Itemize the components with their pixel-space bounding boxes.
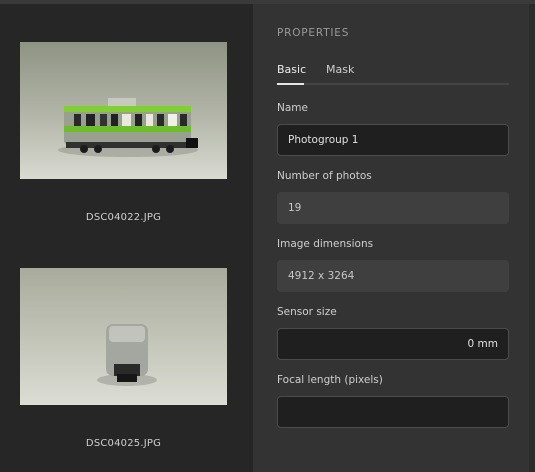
properties-panel: PROPERTIES Basic Mask Name Number of pho… <box>253 4 535 472</box>
name-label: Name <box>277 102 308 114</box>
photo-filename: DSC04022.JPG <box>85 212 162 223</box>
image-dimensions-label: Image dimensions <box>277 238 374 250</box>
image-dimensions-value: 4912 x 3264 <box>277 260 509 292</box>
photo-thumbnail-card[interactable]: DSC04022.JPG <box>20 42 228 223</box>
properties-tabs: Basic Mask <box>277 63 509 83</box>
tabs-divider <box>277 83 509 85</box>
name-field[interactable] <box>277 124 509 156</box>
focal-length-field[interactable] <box>277 396 509 428</box>
tab-active-indicator <box>277 83 304 85</box>
sensor-size-field[interactable] <box>277 328 509 360</box>
tab-basic[interactable]: Basic <box>277 63 306 76</box>
photo-thumbnail-image[interactable] <box>20 42 227 179</box>
photo-list-panel: DSC04022.JPG DSC04025.JPG <box>0 4 253 472</box>
sensor-size-label: Sensor size <box>277 306 337 318</box>
photo-thumbnail-card[interactable]: DSC04025.JPG <box>20 268 228 449</box>
num-photos-label: Number of photos <box>277 170 372 182</box>
num-photos-value: 19 <box>277 192 509 224</box>
photo-filename: DSC04025.JPG <box>85 438 162 449</box>
panel-right-edge <box>529 4 535 472</box>
focal-length-label: Focal length (pixels) <box>277 374 383 386</box>
photo-thumbnail-image[interactable] <box>20 268 227 405</box>
properties-title: PROPERTIES <box>277 27 350 39</box>
tab-mask[interactable]: Mask <box>326 63 354 76</box>
